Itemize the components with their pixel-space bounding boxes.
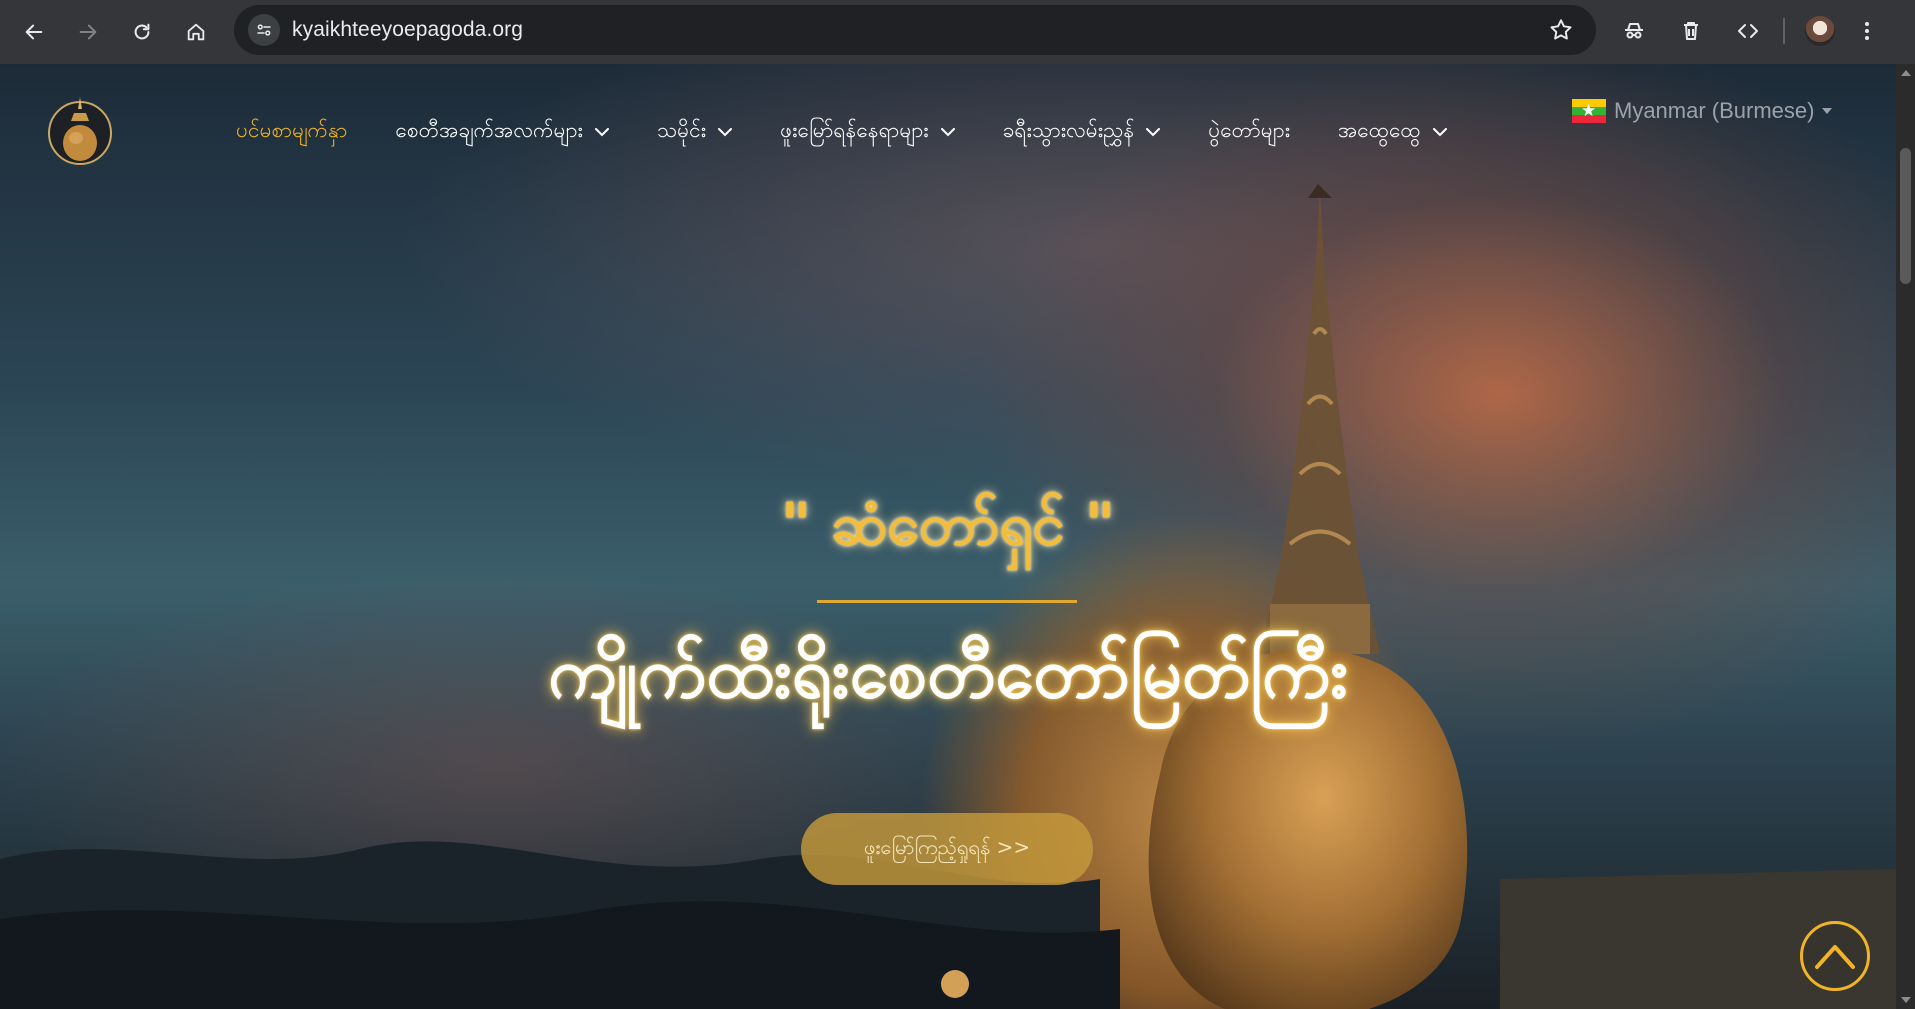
nav-item-label: သမိုင်း bbox=[656, 117, 707, 142]
language-selector[interactable]: ★ Myanmar (Burmese) bbox=[1572, 98, 1833, 124]
chevron-up-icon bbox=[1815, 945, 1855, 969]
myanmar-flag-icon: ★ bbox=[1572, 99, 1606, 123]
chevron-down-icon bbox=[940, 127, 955, 136]
back-button[interactable] bbox=[14, 12, 54, 52]
toolbar-actions bbox=[1612, 8, 1879, 54]
browser-toolbar: kyaikhteeyoepagoda.org bbox=[0, 0, 1915, 64]
chevron-down-icon bbox=[1146, 127, 1161, 136]
code-icon bbox=[1738, 24, 1758, 38]
nav-item-label: အထွေထွေ bbox=[1338, 117, 1421, 142]
nav-item-label: စေတီအချက်အလက်များ bbox=[395, 117, 583, 142]
reload-button[interactable] bbox=[122, 12, 162, 52]
scroll-up-arrow-icon[interactable] bbox=[1901, 70, 1911, 76]
home-icon bbox=[187, 23, 205, 41]
delete-button[interactable] bbox=[1669, 9, 1713, 53]
scroll-down-arrow-icon[interactable] bbox=[1901, 997, 1911, 1003]
more-menu-button[interactable] bbox=[1855, 9, 1879, 53]
incognito-button[interactable] bbox=[1612, 9, 1656, 53]
hero-divider bbox=[817, 600, 1077, 603]
home-button[interactable] bbox=[176, 12, 216, 52]
site-logo[interactable] bbox=[47, 89, 113, 173]
bookmark-star-icon[interactable] bbox=[1548, 17, 1574, 43]
language-label: Myanmar (Burmese) bbox=[1614, 98, 1815, 123]
chevron-down-icon bbox=[718, 127, 733, 136]
incognito-icon bbox=[1625, 23, 1643, 39]
forward-button[interactable] bbox=[68, 12, 108, 52]
nav-item-label: ခရီးသွားလမ်းညွှန် bbox=[1002, 117, 1135, 142]
address-bar[interactable]: kyaikhteeyoepagoda.org bbox=[234, 5, 1596, 55]
nav-item-5[interactable]: ခရီးသွားလမ်းညွှန် bbox=[1003, 117, 1161, 148]
nav-item-3[interactable]: သမိုင်း bbox=[656, 117, 733, 148]
site-info-button[interactable] bbox=[248, 14, 280, 46]
nav-item-label: ပွဲတော်များ bbox=[1208, 117, 1291, 142]
nav-item-7[interactable]: အထွေထွေ bbox=[1338, 117, 1447, 148]
main-nav: ပင်မစာမျက်နှာ စေတီအချက်အလက်များ သမိုင်း ဖူး… bbox=[236, 112, 1495, 152]
back-to-top-button[interactable] bbox=[1800, 921, 1870, 991]
view-more-button[interactable]: ဖူးမြော်ကြည့်ရှုရန် >> bbox=[801, 813, 1093, 885]
page-scrollbar[interactable] bbox=[1896, 64, 1915, 1009]
site-info-icon bbox=[257, 24, 271, 36]
nav-item-6[interactable]: ပွဲတော်များ bbox=[1208, 117, 1290, 148]
scroll-thumb[interactable] bbox=[1900, 148, 1911, 284]
caret-down-icon bbox=[1822, 108, 1833, 114]
url-text[interactable]: kyaikhteeyoepagoda.org bbox=[292, 18, 523, 42]
more-menu-icon bbox=[1865, 22, 1869, 40]
chevron-down-icon bbox=[594, 127, 609, 136]
hero-subtitle: " ဆံတော်ရှင် " bbox=[780, 490, 1116, 558]
chevron-down-icon bbox=[1432, 127, 1447, 136]
nav-item-label: ဖူးမြော်ရန်နေရာများ bbox=[780, 117, 929, 142]
nav-item-4[interactable]: ဖူးမြော်ရန်နေရာများ bbox=[780, 117, 955, 148]
trash-icon bbox=[1684, 22, 1698, 40]
profile-avatar[interactable] bbox=[1805, 16, 1835, 46]
hero-title: ကျိုက်ထီးရိုးစေတီတော်မြတ်ကြီး bbox=[548, 632, 1348, 714]
toolbar-divider bbox=[1783, 18, 1785, 44]
hero-background: ပင်မစာမျက်နှာ စေတီအချက်အလက်များ သမိုင်း ဖူး… bbox=[0, 64, 1896, 1009]
nav-item-label: ပင်မစာမျက်နှာ bbox=[236, 117, 348, 142]
nav-item-1[interactable]: ပင်မစာမျက်နှာ bbox=[236, 117, 347, 148]
reload-icon bbox=[134, 23, 150, 40]
nav-item-2[interactable]: စေတီအချက်အလက်များ bbox=[395, 117, 609, 148]
back-arrow-icon bbox=[25, 24, 43, 40]
forward-arrow-icon bbox=[79, 24, 97, 40]
devtools-button[interactable] bbox=[1726, 9, 1770, 53]
